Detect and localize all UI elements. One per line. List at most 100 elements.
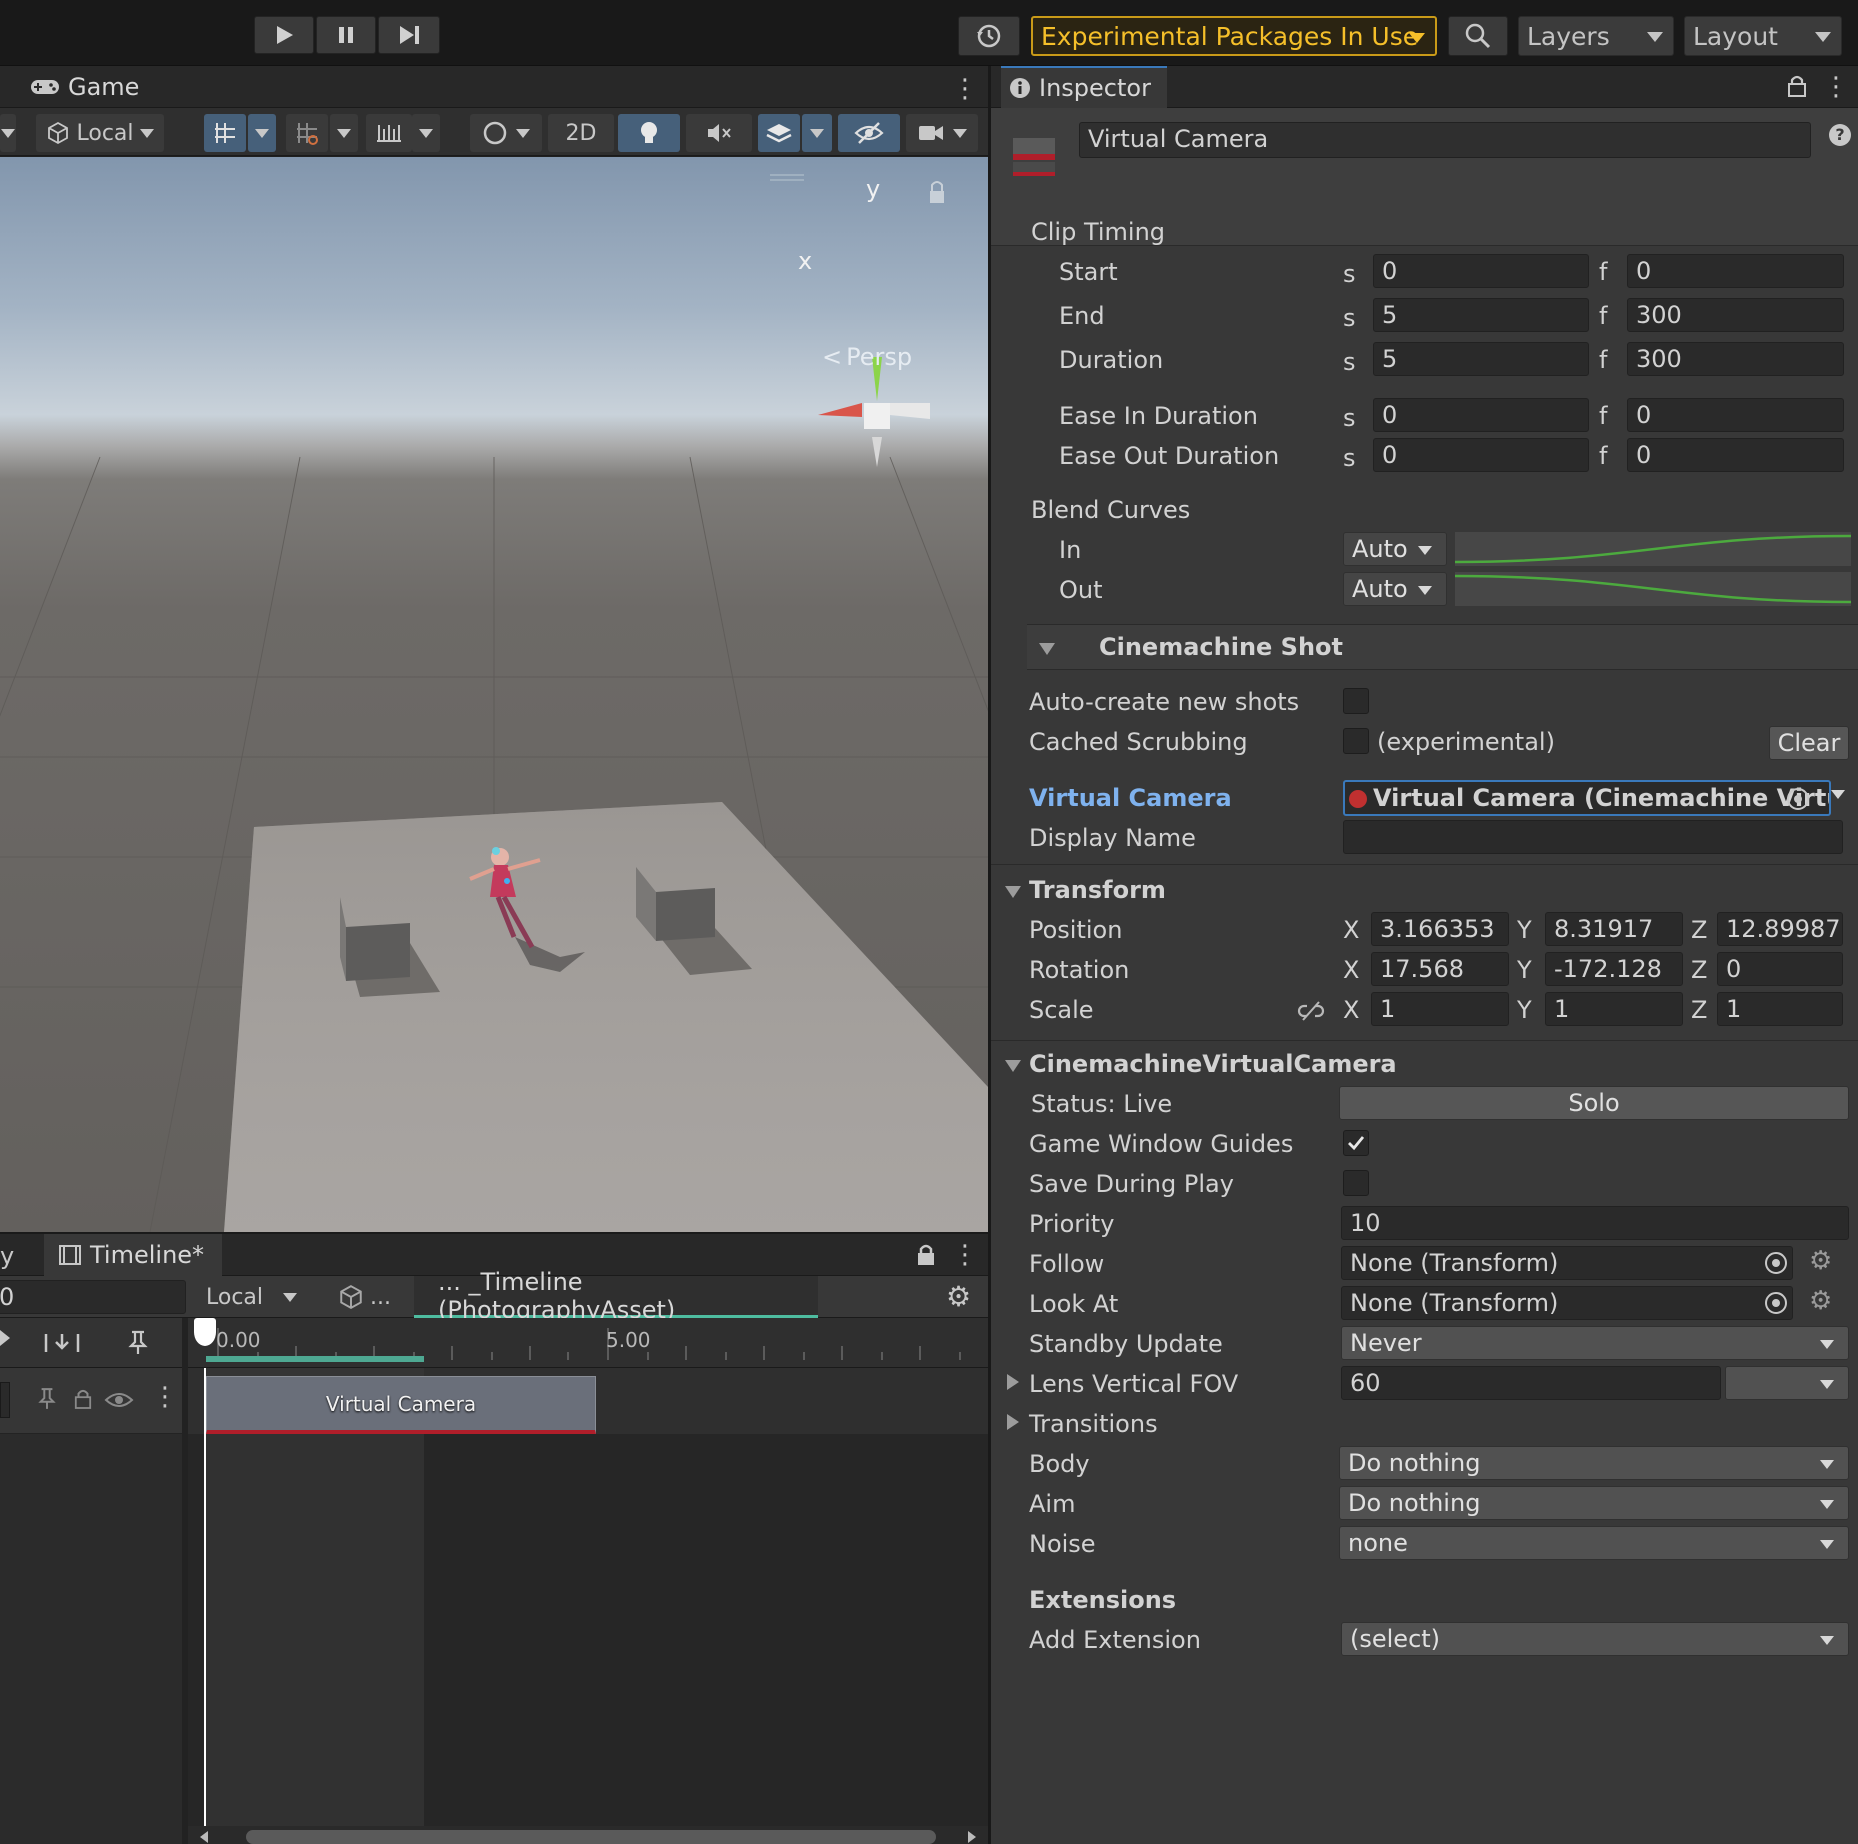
look-at-object-field[interactable]: None (Transform)	[1341, 1286, 1793, 1320]
clear-button[interactable]: Clear	[1769, 726, 1849, 760]
scene-viewport[interactable]: y x < Persp	[0, 157, 988, 1232]
rotation-x-field[interactable]: 17.568	[1371, 952, 1509, 986]
pin-icon[interactable]	[38, 1386, 56, 1412]
duration-seconds-field[interactable]: 5	[1373, 342, 1589, 376]
track-header[interactable]: ⋮	[0, 1368, 182, 1434]
frame-field[interactable]: 0	[0, 1280, 186, 1314]
start-frames-field[interactable]: 0	[1627, 254, 1844, 288]
foldout-arrow-icon[interactable]	[1005, 1060, 1021, 1072]
duration-frames-field[interactable]: 300	[1627, 342, 1844, 376]
tab-inspector[interactable]: Inspector	[1001, 66, 1167, 108]
follow-object-field[interactable]: None (Transform)	[1341, 1246, 1793, 1280]
end-seconds-field[interactable]: 5	[1373, 298, 1589, 332]
lock-icon[interactable]	[1787, 74, 1807, 98]
lens-preset-dropdown[interactable]	[1725, 1366, 1849, 1400]
play-small-icon[interactable]	[0, 1330, 10, 1346]
space-dropdown[interactable]: Local	[196, 1276, 308, 1318]
foldout-arrow-icon[interactable]	[1005, 886, 1021, 898]
pin-icon[interactable]	[128, 1330, 148, 1356]
increment-snap-dropdown[interactable]	[330, 114, 358, 152]
unlink-icon[interactable]	[1297, 1000, 1325, 1022]
standby-update-dropdown[interactable]: Never	[1341, 1326, 1849, 1360]
help-icon[interactable]: ?	[1829, 124, 1851, 146]
end-frames-field[interactable]: 300	[1627, 298, 1844, 332]
body-dropdown[interactable]: Do nothing	[1339, 1446, 1849, 1480]
scroll-left-arrow[interactable]	[200, 1831, 208, 1843]
position-z-field[interactable]: 12.89987	[1717, 912, 1843, 946]
blend-out-dropdown[interactable]: Auto	[1343, 572, 1447, 606]
foldout-arrow-icon[interactable]	[1007, 1374, 1019, 1390]
tab-timeline[interactable]: Timeline*	[44, 1234, 222, 1276]
cached-scrubbing-checkbox[interactable]	[1343, 728, 1369, 754]
position-x-field[interactable]: 3.166353	[1371, 912, 1509, 946]
timeline-clip[interactable]: Virtual Camera	[206, 1376, 596, 1434]
pivot-rotation-dropdown[interactable]: Local	[36, 114, 164, 152]
lens-vertical-fov-field[interactable]: 60	[1341, 1366, 1721, 1400]
gear-icon[interactable]: ⚙	[1809, 1246, 1832, 1276]
tool-handle-dropdown[interactable]	[0, 114, 16, 152]
start-seconds-field[interactable]: 0	[1373, 254, 1589, 288]
layout-dropdown[interactable]: Layout	[1684, 16, 1842, 56]
display-name-field[interactable]	[1343, 820, 1843, 854]
playhead-handle[interactable]	[194, 1318, 216, 1346]
save-during-play-checkbox[interactable]	[1343, 1170, 1369, 1196]
lock-icon[interactable]	[916, 1244, 936, 1266]
2d-mode-toggle[interactable]: 2D	[548, 114, 614, 152]
eye-icon[interactable]	[104, 1390, 134, 1410]
layers-dropdown[interactable]: Layers	[1518, 16, 1674, 56]
scrollbar-thumb[interactable]	[246, 1830, 936, 1844]
cinemachine-shot-header[interactable]: Cinemachine Shot	[1027, 624, 1858, 670]
grid-snap-dropdown[interactable]	[248, 114, 276, 152]
kebab-menu-icon[interactable]: ⋮	[152, 1382, 178, 1412]
aim-dropdown[interactable]: Do nothing	[1339, 1486, 1849, 1520]
gear-icon[interactable]: ⚙	[1809, 1286, 1832, 1316]
scale-y-field[interactable]: 1	[1545, 992, 1683, 1026]
tab-previous[interactable]: y	[0, 1242, 14, 1270]
frame-all-icon[interactable]	[44, 1332, 80, 1354]
scale-z-field[interactable]: 1	[1717, 992, 1843, 1026]
breadcrumb-root[interactable]: ...	[332, 1276, 424, 1318]
effects-dropdown[interactable]	[802, 114, 832, 152]
rotation-y-field[interactable]: -172.128	[1545, 952, 1683, 986]
pause-button[interactable]	[316, 16, 376, 54]
lock-icon[interactable]	[74, 1388, 92, 1410]
history-button[interactable]	[958, 16, 1020, 56]
auto-create-checkbox[interactable]	[1343, 688, 1369, 714]
blend-in-dropdown[interactable]: Auto	[1343, 532, 1447, 566]
scale-x-field[interactable]: 1	[1371, 992, 1509, 1026]
increment-snap-toggle[interactable]	[286, 114, 328, 152]
ease-in-seconds-field[interactable]: 0	[1373, 398, 1589, 432]
play-button[interactable]	[254, 16, 314, 54]
object-picker-icon[interactable]	[1787, 788, 1809, 810]
persp-toggle[interactable]: < Persp	[822, 343, 912, 371]
draw-mode-dropdown[interactable]	[470, 114, 542, 152]
foldout-arrow-icon[interactable]	[1007, 1414, 1019, 1430]
tab-game[interactable]: Game	[30, 66, 139, 108]
kebab-menu-icon[interactable]: ⋮	[1823, 72, 1849, 102]
step-button[interactable]	[378, 16, 440, 54]
object-picker-icon[interactable]	[1765, 1292, 1787, 1314]
kebab-menu-icon[interactable]: ⋮	[952, 1240, 978, 1270]
search-button[interactable]	[1448, 16, 1508, 56]
ruler-snap-toggle[interactable]	[366, 114, 412, 152]
chevron-down-icon[interactable]	[1831, 790, 1845, 799]
position-y-field[interactable]: 8.31917	[1545, 912, 1683, 946]
timeline-ruler[interactable]: 0.00 5.00	[188, 1318, 988, 1368]
grid-snap-toggle[interactable]	[204, 114, 246, 152]
gear-icon[interactable]: ⚙	[946, 1280, 971, 1313]
camera-settings-dropdown[interactable]	[906, 114, 978, 152]
ruler-snap-dropdown[interactable]	[412, 114, 440, 152]
add-extension-dropdown[interactable]: (select)	[1341, 1622, 1849, 1656]
horizontal-scrollbar[interactable]	[188, 1826, 988, 1844]
game-window-guides-checkbox[interactable]	[1343, 1130, 1369, 1156]
effects-toggle[interactable]	[758, 114, 800, 152]
object-name-field[interactable]: Virtual Camera	[1079, 122, 1811, 158]
ease-out-frames-field[interactable]: 0	[1627, 438, 1844, 472]
blend-out-curve[interactable]	[1455, 572, 1851, 606]
rotation-z-field[interactable]: 0	[1717, 952, 1843, 986]
lighting-toggle[interactable]	[618, 114, 680, 152]
priority-field[interactable]: 10	[1341, 1206, 1849, 1240]
experimental-packages-dropdown[interactable]: Experimental Packages In Use	[1031, 16, 1437, 56]
noise-dropdown[interactable]: none	[1339, 1526, 1849, 1560]
solo-button[interactable]: Solo	[1339, 1086, 1849, 1120]
